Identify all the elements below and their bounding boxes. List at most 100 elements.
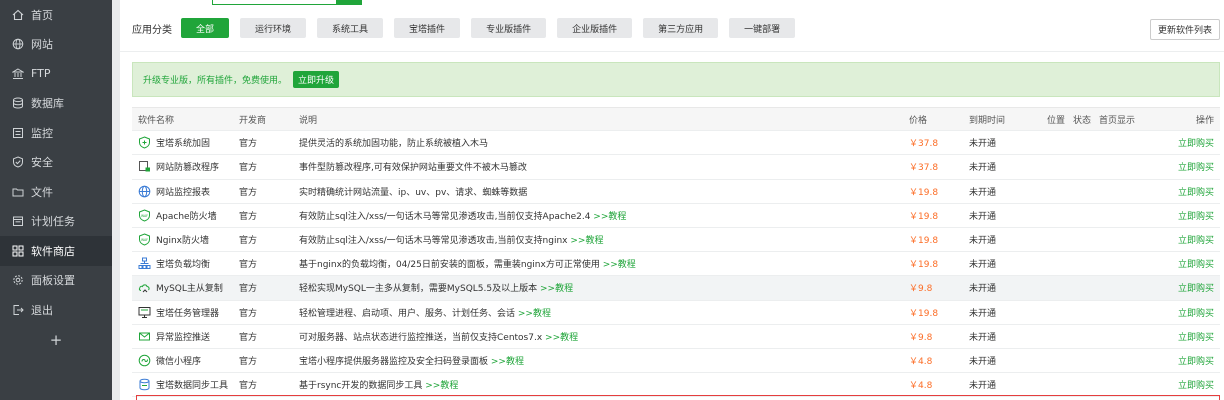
software-name: 异常监控推送 [156, 332, 211, 343]
table-header: 软件名称 开发商 说明 价格 到期时间 位置 状态 首页显示 操作 [132, 107, 1220, 132]
sidebar-item[interactable]: 文件 [0, 177, 112, 207]
tutorial-link[interactable]: >>教程 [425, 381, 458, 391]
category-bar: 应用分类 全部 运行环境 系统工具 宝塔插件 专业版插件 企业版插件 第三方应用 一键部署 更… [120, 17, 1224, 40]
category-tab[interactable]: 宝塔插件 [394, 18, 461, 38]
buy-now-link[interactable]: 立即购买 [1178, 309, 1214, 319]
folder-icon [12, 186, 24, 198]
table-row: 网站防篡改程序 官方 事件型防篡改程序,可有效保护网站重要文件不被木马篡改 ￥37.8… [132, 155, 1220, 180]
search-input[interactable] [212, 0, 362, 5]
price-cell: ￥19.8 [909, 211, 939, 222]
software-name-cell: 宝塔系统加固 [132, 136, 239, 149]
sidebar-item[interactable]: 数据库 [0, 89, 112, 119]
operation-cell: 立即购买 [1159, 233, 1220, 246]
header-description: 说明 [299, 115, 318, 126]
sidebar-item[interactable]: 首页 [0, 0, 112, 30]
sync-cloud-icon [138, 281, 151, 294]
tutorial-link[interactable]: >>教程 [593, 212, 626, 222]
expire-cell: 未开通 [969, 381, 997, 392]
tutorial-link[interactable]: >>教程 [540, 284, 573, 294]
main-panel: 应用分类 全部 运行环境 系统工具 宝塔插件 专业版插件 企业版插件 第三方应用 一键部署 更… [120, 0, 1224, 400]
operation-cell: 立即购买 [1159, 209, 1220, 222]
category-tab[interactable]: 全部 [181, 18, 230, 38]
buy-now-link[interactable]: 立即购买 [1178, 236, 1214, 246]
upgrade-banner: 升级专业版，所有插件，免费使用。 立即升级 [132, 62, 1220, 97]
category-tab[interactable]: 运行环境 [240, 18, 307, 38]
software-name: Apache防火墙 [156, 211, 217, 222]
sidebar-item[interactable]: 监控 [0, 118, 112, 148]
expire-cell: 未开通 [969, 284, 997, 295]
sidebar-item[interactable]: 安全 [0, 148, 112, 178]
sidebar-item-label: 数据库 [31, 97, 64, 111]
upgrade-button[interactable]: 立即升级 [293, 71, 340, 88]
sidebar-item-label: 监控 [31, 126, 53, 140]
description-text: 实时精确统计网站流量、ip、uv、pv、请求、蜘蛛等数据 [299, 187, 528, 198]
price-cell: ￥9.8 [909, 332, 933, 343]
buy-now-link[interactable]: 立即购买 [1178, 188, 1214, 198]
table-row: 宝塔负载均衡 官方 基于nginx的负载均衡，04/25日前安装的面板，需重装ngi… [132, 252, 1220, 277]
header-expire: 到期时间 [969, 115, 1006, 126]
software-name-cell: WAF Apache防火墙 [132, 209, 239, 222]
developer-cell: 官方 [239, 139, 258, 150]
sidebar-item[interactable]: FTP [0, 59, 112, 89]
shield-icon [12, 156, 24, 168]
expire-cell: 未开通 [969, 332, 997, 343]
table-row: WAF Nginx防火墙 官方 有效防止sql注入/xss/一句话木马等常见渗透攻击,… [132, 228, 1220, 253]
search-button[interactable] [336, 0, 362, 5]
description-cell: 轻松管理进程、启动项、用户、服务、计划任务、会话 >>教程 [299, 306, 909, 319]
category-tab[interactable]: 一键部署 [729, 18, 796, 38]
price-cell: ￥19.8 [909, 236, 939, 247]
description-text: 提供灵活的系统加固功能，防止系统被植入木马 [299, 139, 489, 150]
buy-now-link[interactable]: 立即购买 [1178, 260, 1214, 270]
developer-cell: 官方 [239, 211, 258, 222]
expire-cell: 未开通 [969, 211, 997, 222]
description-cell: 宝塔小程序提供服务器监控及安全扫码登录面板 >>教程 [299, 354, 909, 367]
table-row: 宝塔数据同步工具 官方 基于rsync开发的数据同步工具 >>教程 ￥4.8 未开通 立即… [132, 373, 1220, 398]
buy-now-link[interactable]: 立即购买 [1178, 381, 1214, 391]
software-name-cell: 异常监控推送 [132, 330, 239, 343]
update-software-list-button[interactable]: 更新软件列表 [1149, 19, 1220, 40]
category-tab[interactable]: 系统工具 [317, 18, 384, 38]
sidebar-menu: 首页 网站 FTP 数据库监控安全 文件 计划任务 软件商店 面板设置退出 [0, 0, 112, 325]
tutorial-link[interactable]: >>教程 [570, 236, 603, 246]
developer-cell: 官方 [239, 187, 258, 198]
sidebar-item[interactable]: 计划任务 [0, 207, 112, 237]
tutorial-link[interactable]: >>教程 [545, 333, 578, 343]
description-cell: 可对服务器、站点状态进行监控推送，当前仅支持Centos7.x >>教程 [299, 330, 909, 343]
category-tab[interactable]: 企业版插件 [557, 18, 633, 38]
tutorial-link[interactable]: >>教程 [603, 260, 636, 270]
software-name-cell: WAF Nginx防火墙 [132, 233, 239, 246]
ftp-icon [12, 68, 24, 80]
header-price: 价格 [909, 115, 928, 126]
buy-now-link[interactable]: 立即购买 [1178, 163, 1214, 173]
sidebar-item[interactable]: 网站 [0, 30, 112, 60]
buy-now-link[interactable]: 立即购买 [1178, 357, 1214, 367]
software-name-cell: 微信小程序 [132, 354, 239, 367]
sidebar-item[interactable]: 退出 [0, 295, 112, 325]
category-tab[interactable]: 第三方应用 [643, 18, 719, 38]
sidebar-item[interactable]: 软件商店 [0, 236, 112, 266]
software-table: 软件名称 开发商 说明 价格 到期时间 位置 状态 首页显示 操作 宝塔系统加固… [132, 107, 1220, 398]
operation-cell: 立即购买 [1159, 378, 1220, 391]
developer-cell: 官方 [239, 381, 258, 392]
category-label: 应用分类 [132, 24, 172, 36]
buy-now-link[interactable]: 立即购买 [1178, 284, 1214, 294]
tutorial-link[interactable]: >>教程 [518, 309, 551, 319]
buy-now-link[interactable]: 立即购买 [1178, 139, 1214, 149]
buy-now-link[interactable]: 立即购买 [1178, 333, 1214, 343]
expire-cell: 未开通 [969, 308, 997, 319]
add-shortcut-button[interactable]: + [0, 327, 112, 353]
highlighted-row [136, 395, 1220, 400]
description-text: 宝塔小程序提供服务器监控及安全扫码登录面板 [299, 356, 489, 367]
sidebar-item[interactable]: 面板设置 [0, 266, 112, 296]
tutorial-link[interactable]: >>教程 [491, 357, 524, 367]
table-row: WAF Apache防火墙 官方 有效防止sql注入/xss/一句话木马等常见渗透攻击… [132, 204, 1220, 228]
description-text: 可对服务器、站点状态进行监控推送，当前仅支持Centos7.x [299, 332, 543, 343]
globe-icon [12, 38, 24, 50]
description-cell: 事件型防篡改程序,可有效保护网站重要文件不被木马篡改 [299, 160, 909, 173]
category-tab[interactable]: 专业版插件 [471, 18, 547, 38]
price-cell: ￥4.8 [909, 356, 933, 367]
sidebar-item-label: 退出 [31, 303, 53, 317]
database-icon [12, 97, 24, 109]
operation-cell: 立即购买 [1159, 160, 1220, 173]
buy-now-link[interactable]: 立即购买 [1178, 212, 1214, 222]
